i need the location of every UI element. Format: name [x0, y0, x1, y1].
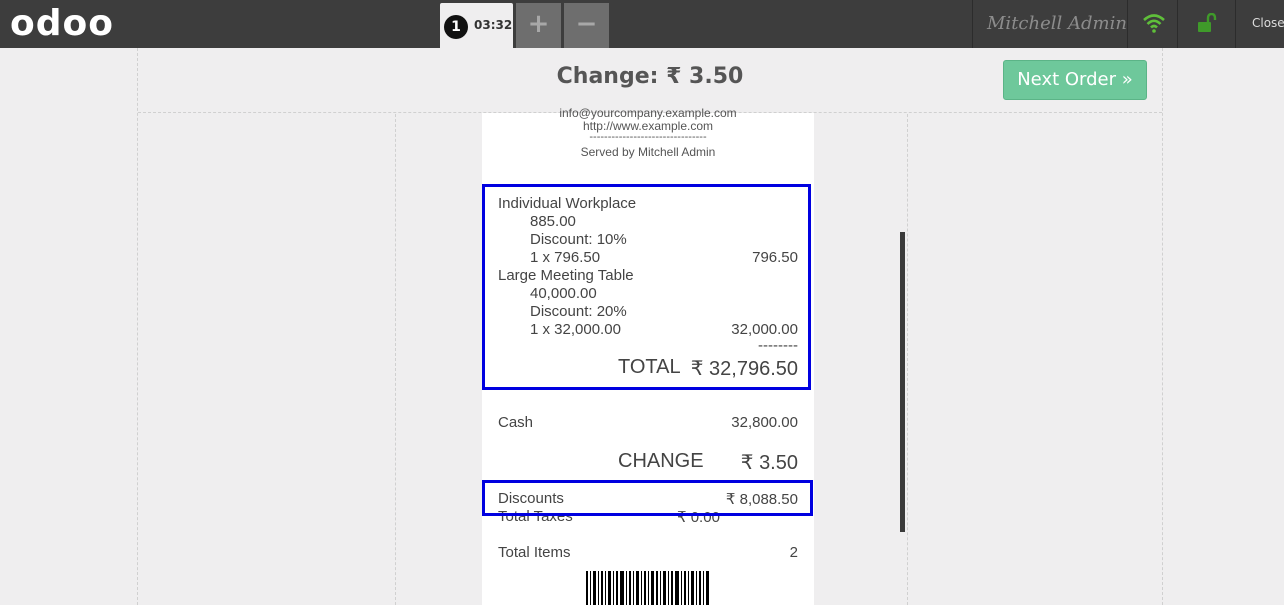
header-divider: [1177, 0, 1178, 48]
user-name[interactable]: Mitchell Admin: [987, 13, 1127, 34]
total-items-label: Total Items: [498, 544, 571, 561]
header-divider: [972, 0, 973, 48]
layout-divider: [395, 114, 396, 605]
next-order-button[interactable]: Next Order »: [1003, 60, 1147, 100]
header-divider: [1127, 0, 1128, 48]
order-time: 03:32: [474, 18, 513, 32]
orderlines-highlight-box: [482, 184, 811, 390]
wifi-icon[interactable]: [1142, 12, 1166, 34]
remove-order-button[interactable]: −: [564, 3, 609, 48]
change-value: ₹ 3.50: [740, 452, 798, 474]
scrollbar[interactable]: [900, 232, 905, 532]
header-divider: [1235, 0, 1236, 48]
discounts-highlight-box: [482, 480, 813, 516]
separator: --------------------------------: [589, 131, 707, 143]
add-order-button[interactable]: +: [516, 3, 561, 48]
served-by: Served by Mitchell Admin: [580, 145, 716, 159]
odoo-logo: odoo: [10, 3, 114, 44]
layout-divider: [907, 114, 908, 605]
order-tab[interactable]: 1 03:32: [440, 3, 513, 48]
change-label: CHANGE: [618, 450, 704, 472]
unlock-icon[interactable]: [1197, 13, 1217, 33]
receipt-screen-header: Change: ₹ 3.50 Next Order »: [138, 48, 1162, 113]
top-bar: odoo 1 03:32 + − Mitchell Admin Close: [0, 0, 1284, 48]
payment-method: Cash: [498, 414, 534, 431]
payment-amount: 32,800.00: [731, 414, 798, 431]
total-items-value: 2: [789, 544, 798, 561]
order-number-badge: 1: [444, 15, 468, 39]
close-button[interactable]: Close: [1252, 16, 1284, 30]
barcode-image: [586, 571, 709, 605]
